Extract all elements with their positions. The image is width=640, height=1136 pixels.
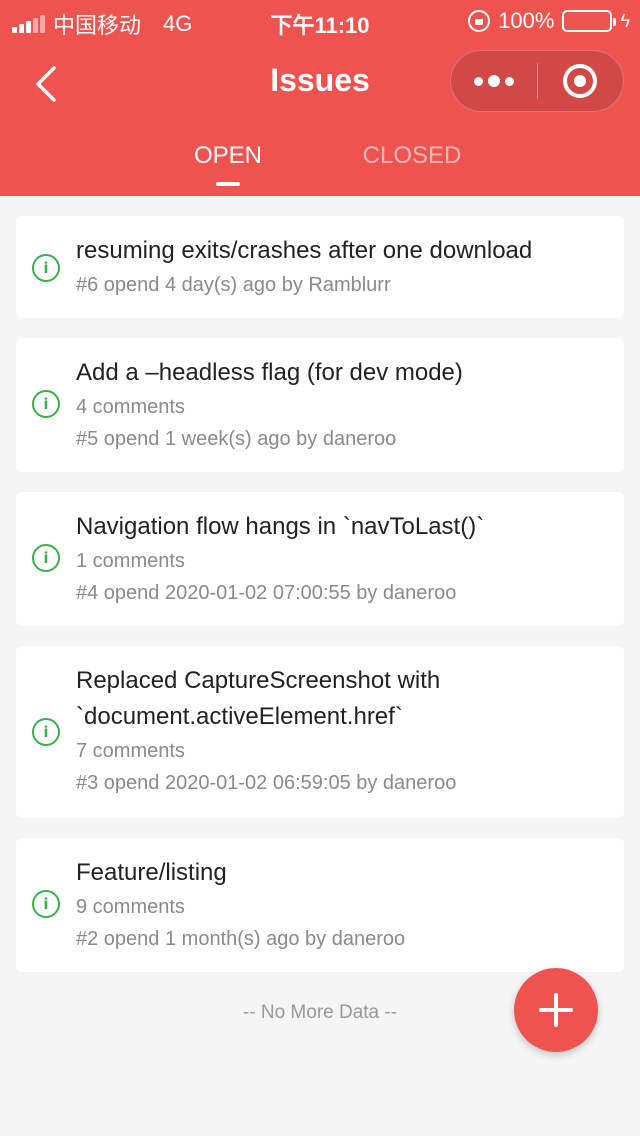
nav-bar: Issues [0, 40, 640, 128]
close-mini-program-button[interactable] [538, 50, 624, 112]
issue-open-icon: i [32, 254, 60, 282]
issue-title: Add a –headless flag (for dev mode) [76, 359, 463, 386]
add-issue-button[interactable] [514, 968, 598, 1052]
issue-open-icon: i [32, 390, 60, 418]
mini-program-capsule [450, 50, 624, 112]
dot-icon [487, 75, 500, 87]
issue-meta: #6 opend 4 day(s) ago by Ramblurr [76, 274, 391, 296]
more-button[interactable] [451, 50, 537, 112]
tab-open[interactable]: OPEN [178, 142, 278, 192]
issue-open-icon: i [32, 718, 60, 746]
issue-title-line-2: `document.activeElement.href` [76, 703, 403, 730]
dot-icon [504, 76, 514, 86]
tab-open-label: OPEN [193, 142, 262, 169]
issue-card[interactable]: i Navigation flow hangs in `navToLast()`… [16, 492, 624, 626]
charging-icon: ϟ [620, 10, 630, 31]
issue-title: Navigation flow hangs in `navToLast()` [76, 513, 485, 540]
active-tab-indicator [216, 182, 240, 186]
issue-title: resuming exits/crashes after one downloa… [76, 237, 533, 264]
issue-open-icon: i [32, 544, 60, 572]
issue-meta: #5 opend 1 week(s) ago by daneroo [76, 428, 397, 450]
tab-closed-label: CLOSED [362, 142, 462, 169]
rotation-lock-icon [468, 10, 491, 32]
issue-comments: 9 comments [76, 896, 185, 918]
battery-percent: 100% [498, 8, 555, 33]
issue-open-icon: i [32, 890, 60, 918]
issue-comments: 1 comments [76, 550, 185, 572]
issue-comments: 7 comments [76, 740, 185, 762]
issue-meta: #4 opend 2020-01-02 07:00:55 by daneroo [76, 582, 457, 604]
target-icon [563, 64, 598, 98]
tab-bar: OPEN CLOSED [0, 128, 640, 196]
dot-icon [473, 76, 483, 86]
issue-card[interactable]: i resuming exits/crashes after one downl… [16, 216, 624, 318]
issue-title-line-1: Replaced CaptureScreenshot with [76, 667, 441, 694]
plus-icon [539, 993, 573, 1027]
header: 中国移动 4G 下午11:10 100% ϟ Issues OPEN CLOSE… [0, 0, 640, 196]
issue-card[interactable]: i Add a –headless flag (for dev mode) 4 … [16, 338, 624, 472]
status-bar: 中国移动 4G 下午11:10 100% ϟ [0, 0, 640, 40]
issue-card[interactable]: i Feature/listing 9 comments #2 opend 1 … [16, 838, 624, 972]
tab-closed[interactable]: CLOSED [352, 142, 472, 192]
issue-title: Feature/listing [76, 859, 227, 886]
issue-card[interactable]: i Replaced CaptureScreenshot with `docum… [16, 646, 624, 818]
issue-comments: 4 comments [76, 396, 185, 418]
battery-icon [562, 10, 617, 32]
issue-meta: #2 opend 1 month(s) ago by daneroo [76, 928, 406, 950]
issue-meta: #3 opend 2020-01-02 06:59:05 by daneroo [76, 772, 457, 794]
